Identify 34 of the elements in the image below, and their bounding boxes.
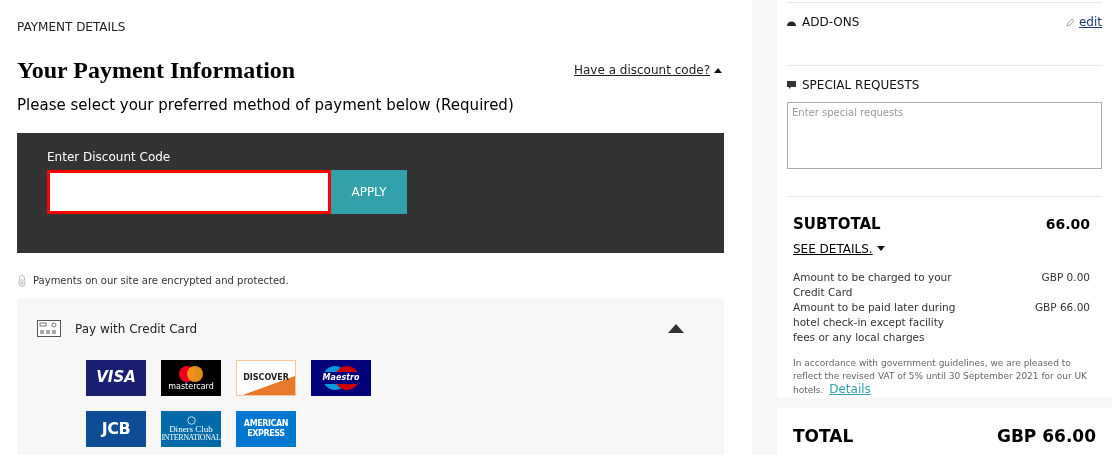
security-note: Payments on our site are encrypted and protected. — [33, 273, 289, 288]
discount-label: Enter Discount Code — [47, 148, 172, 166]
amex-card-logo: AMERICAN EXPRESS — [236, 410, 296, 447]
charge-description: Amount to be paid later during hotel check-in except facility fees or any local charges — [793, 299, 957, 345]
charge-amount: GBP 66.00 — [1034, 299, 1090, 315]
subtotal-amount: 66.00 — [1045, 214, 1090, 234]
special-requests-title: SPECIAL REQUESTS — [802, 77, 920, 94]
lock-icon — [17, 273, 27, 287]
diners-card-logo: Diners Club INTERNATIONAL — [161, 410, 221, 447]
subtotal-label: SUBTOTAL — [793, 214, 881, 235]
total-label: TOTAL — [793, 425, 854, 448]
mastercard-card-logo: mastercard — [161, 359, 221, 396]
see-details-link[interactable]: SEE DETAILS. — [793, 239, 1096, 258]
charge-amount: GBP 0.00 — [1041, 269, 1090, 285]
speech-bubble-icon — [787, 81, 796, 89]
section-label: PAYMENT DETAILS — [17, 19, 127, 36]
collapse-caret-icon[interactable] — [668, 324, 684, 333]
payment-method-label[interactable]: Pay with Credit Card — [75, 319, 198, 338]
page-title: Your Payment Information — [17, 56, 296, 85]
discount-code-field[interactable] — [47, 169, 331, 214]
vat-note: In accordance with government guidelines, we are pleased to reflect the revised VAT of 5% until 30 September 2021 for our UK hotels. Details — [793, 356, 1088, 397]
maestro-card-logo: Maestro — [311, 359, 371, 396]
discover-card-logo: DISCOVER — [236, 359, 296, 396]
pencil-icon — [1065, 17, 1075, 27]
edit-link[interactable]: edit — [1065, 13, 1102, 31]
jcb-card-logo: JCB — [86, 410, 146, 447]
instruction-text: Please select your preferred method of payment below (Required) — [17, 95, 515, 116]
special-requests-field[interactable]: Enter special requests — [787, 102, 1102, 169]
discount-code-link[interactable]: Have a discount code? — [573, 61, 722, 79]
card-reader-icon — [37, 320, 61, 337]
total-amount: GBP 66.00 — [996, 425, 1096, 448]
charge-description: Amount to be charged to your Credit Card — [793, 269, 953, 300]
addons-title: ADD-ONS — [802, 14, 860, 31]
visa-card-logo: VISA — [86, 359, 146, 396]
